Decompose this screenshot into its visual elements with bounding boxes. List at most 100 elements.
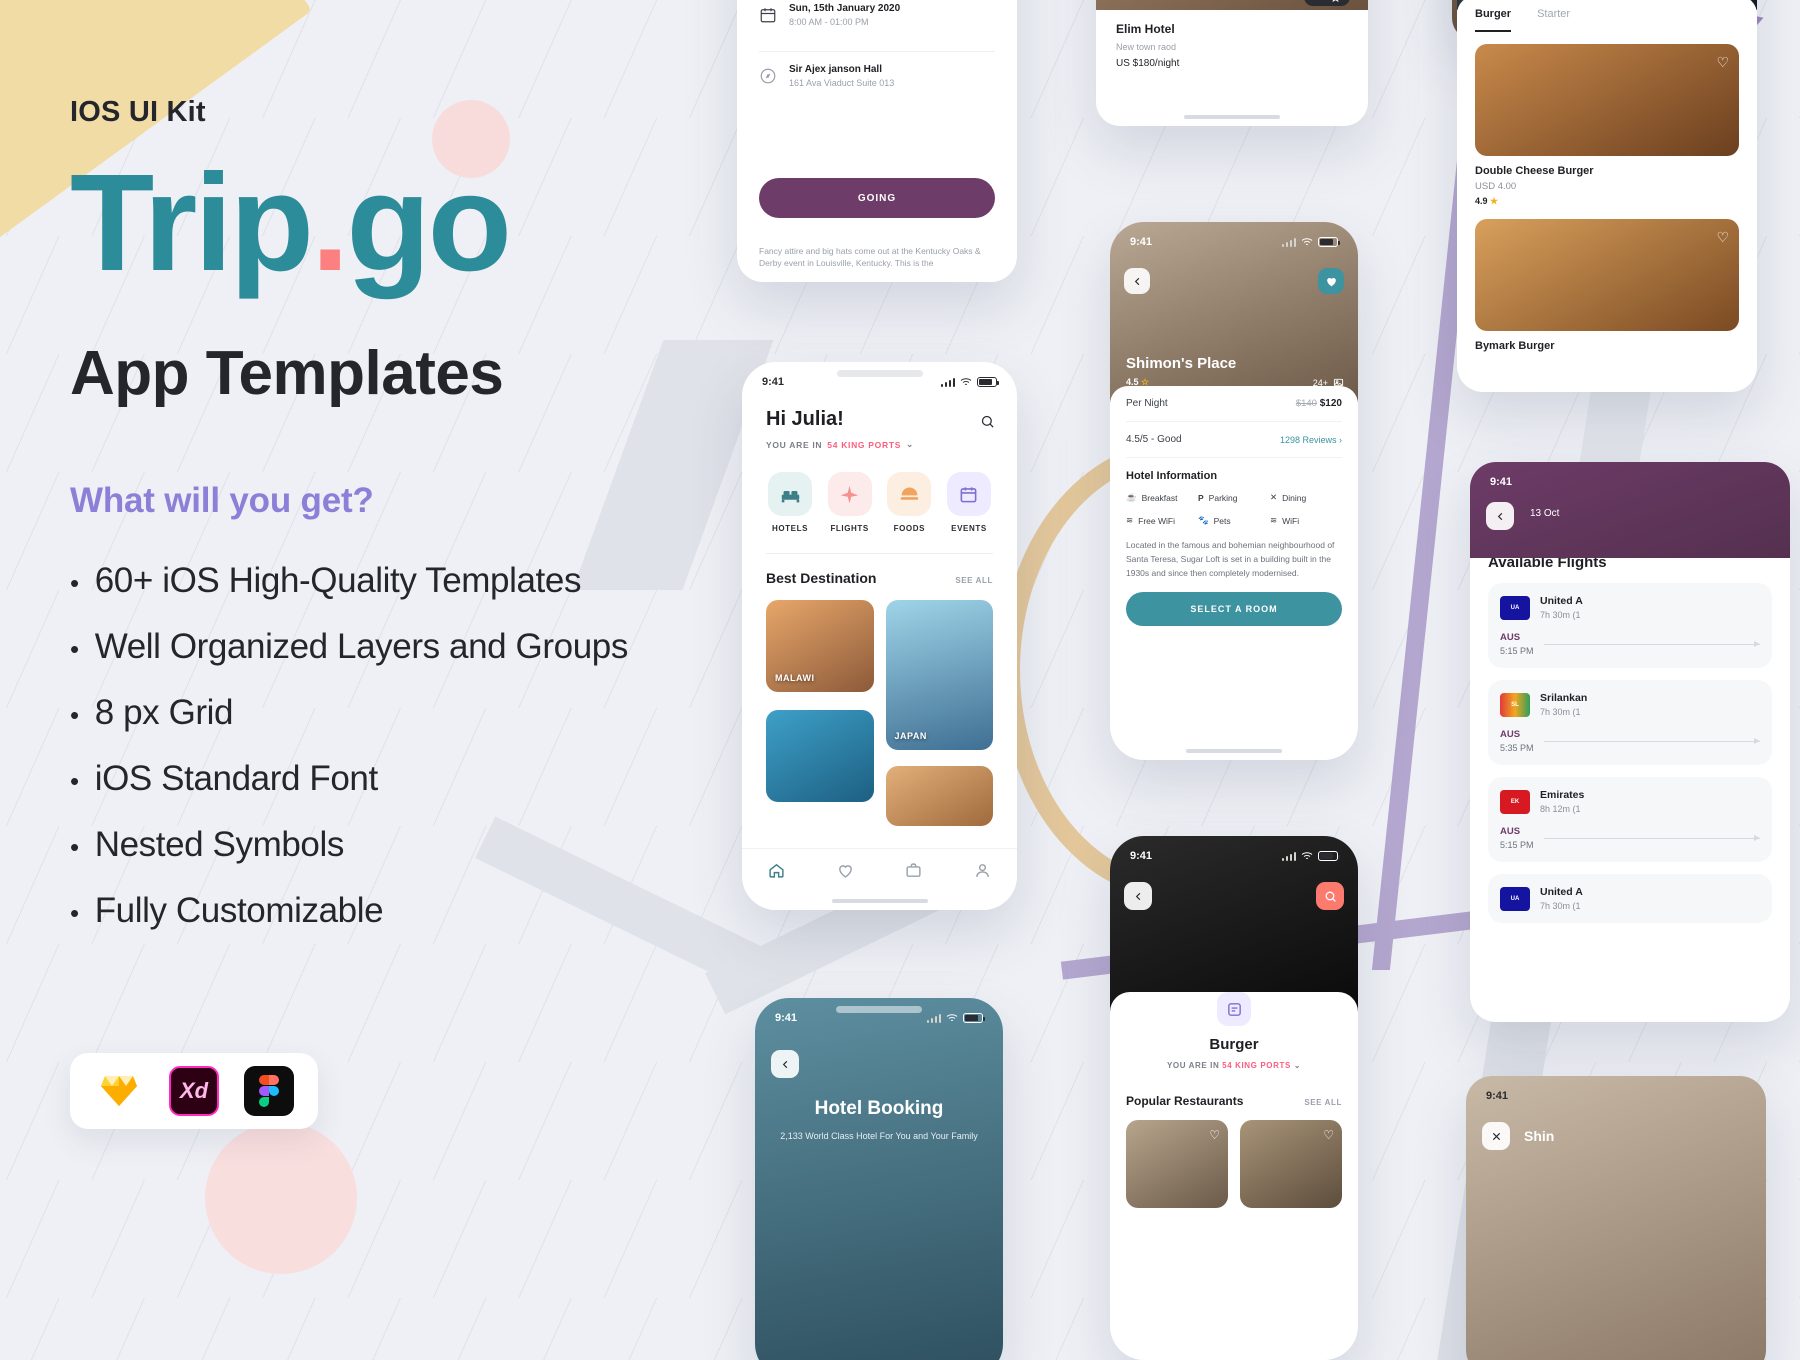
back-button[interactable] [1124, 882, 1152, 910]
event-date-text: Sun, 15th January 2020 8:00 AM - 01:00 P… [789, 3, 900, 27]
amenity-pets: 🐾 Pets [1198, 515, 1270, 526]
reviews-link[interactable]: 1298 Reviews › [1280, 435, 1342, 445]
category-label: HOTELS [771, 524, 809, 533]
status-bar: 9:41 [1466, 1076, 1766, 1104]
route-arrow-icon [1543, 640, 1761, 647]
united-logo-icon: UA [1500, 886, 1530, 911]
heart-icon[interactable]: ♡ [1716, 54, 1729, 71]
event-detail-card[interactable]: By Musician Association Follow 24+ peopl… [737, 0, 1017, 282]
food-item[interactable]: ♡ Double Cheese Burger USD 4.00 4.9 ★ [1475, 44, 1739, 207]
home-indicator [1186, 749, 1282, 753]
category-events[interactable]: EVENTS [945, 472, 993, 533]
tab-trips[interactable] [905, 862, 922, 884]
airline-name: United A [1540, 595, 1583, 607]
destination-card[interactable]: JAPAN [885, 600, 993, 750]
status-bar: 9:41 [1110, 836, 1358, 864]
plane-icon [827, 472, 872, 516]
dining-icon: ✕ [1270, 492, 1278, 502]
route-arrow-icon [1543, 737, 1761, 744]
hotel-booking-card[interactable]: 9:41 Hotel Booking 2,133 World Class Hot… [755, 998, 1003, 1360]
going-button[interactable]: GOING [759, 178, 995, 218]
greeting: Hi Julia! [766, 408, 844, 430]
restaurant-card[interactable]: ♡ [1240, 1120, 1342, 1208]
flight-row[interactable]: UA United A 7h 30m (1 AUS 5:15 PM [1488, 583, 1772, 668]
flight-row[interactable]: EK Emirates 8h 12m (1 AUS 5:15 PM [1488, 777, 1772, 862]
heart-icon[interactable]: ♡ [1716, 229, 1729, 246]
category-row: HOTELS FLIGHTS FOODS EVENTS [766, 472, 993, 533]
home-phone[interactable]: 9:41 Hi Julia! YOU ARE IN 54 KING PORTS … [742, 362, 1017, 910]
tab-profile[interactable] [974, 862, 991, 884]
list-item: • 8 px Grid [70, 693, 770, 733]
location-row[interactable]: YOU ARE IN 54 KING PORTS ⌄ [766, 439, 993, 450]
back-button[interactable] [1486, 502, 1514, 530]
close-button[interactable] [1482, 1122, 1510, 1150]
food-glyph [900, 487, 919, 500]
hotel-detail-phone[interactable]: 9:41 Shimon's Place 4.5 ☆ 24+ Per Night [1110, 222, 1358, 760]
amenity-label: Free WiFi [1138, 515, 1175, 526]
status-icons [940, 377, 999, 387]
divider [766, 553, 993, 554]
heart-icon[interactable]: ♡ [1209, 1128, 1220, 1142]
figma-logo-icon [243, 1066, 294, 1116]
restaurant-icon [1217, 992, 1251, 1026]
category-hotels[interactable]: HOTELS [766, 472, 814, 533]
burger-restaurant-phone[interactable]: 9:41 Burger YOU ARE IN 54 KING PORTS ⌄ P… [1110, 836, 1358, 1360]
restaurant-card[interactable]: ♡ [1126, 1120, 1228, 1208]
srilankan-logo-icon: SL [1500, 692, 1530, 717]
flight-airline-line: UA United A 7h 30m (1 [1500, 886, 1760, 911]
category-foods[interactable]: FOODS [885, 472, 933, 533]
search-button[interactable] [980, 414, 995, 434]
available-flights-panel[interactable]: 9:41 13 Oct Available Flights UA United … [1470, 462, 1790, 1022]
food-item[interactable]: ♡ Bymark Burger [1475, 219, 1739, 352]
wifi-icon [1301, 852, 1313, 859]
kit-label: IOS UI Kit [70, 96, 206, 128]
hotel-price: US $180/night [1116, 58, 1180, 69]
amenity-label: Parking [1208, 492, 1238, 503]
see-all-link[interactable]: SEE ALL [955, 576, 993, 585]
per-night-label: Per Night [1126, 398, 1168, 409]
airline-name: Srilankan [1540, 692, 1588, 704]
brand-first: Trip [70, 146, 314, 300]
bed-glyph [781, 490, 799, 502]
per-night-row: Per Night $140 $120 [1126, 386, 1342, 422]
xd-label: Xd [179, 1078, 209, 1103]
feature-text: 8 px Grid [94, 692, 234, 732]
search-button[interactable] [1316, 882, 1344, 910]
list-item: • Fully Customizable [70, 891, 770, 931]
category-flights[interactable]: FLIGHTS [826, 472, 874, 533]
departure-code: AUS [1500, 826, 1521, 837]
see-all-link[interactable]: SEE ALL [1304, 1098, 1342, 1107]
tab-starter[interactable]: Starter [1537, 8, 1570, 32]
route-arrow-icon [1543, 834, 1761, 841]
tab-burger[interactable]: Burger [1475, 8, 1512, 32]
hotel-info-title: Hotel Information [1126, 470, 1218, 482]
elim-hotel-card[interactable]: 5.0 Elim Hotel New town raod US $180/nig… [1096, 0, 1368, 126]
favorite-button[interactable] [1318, 268, 1344, 294]
destination-card[interactable] [766, 710, 874, 802]
destination-card[interactable] [885, 766, 993, 826]
tab-favorites[interactable] [837, 862, 854, 884]
back-button[interactable] [771, 1050, 799, 1078]
price-new: $120 [1319, 398, 1342, 409]
home-indicator [1184, 115, 1280, 119]
flight-row[interactable]: SL Srilankan 7h 30m (1 AUS 5:35 PM [1488, 680, 1772, 765]
feature-list: • 60+ iOS High-Quality Templates • Well Or… [70, 561, 770, 931]
shimon-hero-image: 9:41 Shin [1466, 1076, 1766, 1360]
subheading: What will you get? [70, 480, 374, 520]
flight-row[interactable]: UA United A 7h 30m (1 [1488, 874, 1772, 923]
flight-text: United A 7h 30m (1 [1540, 886, 1583, 911]
destination-card[interactable]: MALAWI [766, 600, 874, 692]
event-venue-sub: 161 Ava Viaduct Suite 013 [789, 78, 895, 88]
heart-icon [1326, 277, 1336, 286]
select-room-button[interactable]: SELECT A ROOM [1126, 592, 1342, 627]
heart-icon[interactable]: ♡ [1323, 1128, 1334, 1142]
location-place: 54 KING PORTS [827, 439, 902, 450]
food-menu-panel[interactable]: Delivery: 40 min Burger Starter ♡ Double… [1457, 0, 1757, 392]
food-rating: 4.9 ★ [1475, 196, 1739, 207]
score-row[interactable]: 4.5/5 - Good 1298 Reviews › [1126, 422, 1342, 458]
status-icons [1281, 851, 1340, 861]
tab-home[interactable] [768, 862, 785, 884]
shimon-room-card[interactable]: 9:41 Shin [1466, 1076, 1766, 1360]
back-button[interactable] [1124, 268, 1150, 294]
restaurant-location[interactable]: YOU ARE IN 54 KING PORTS ⌄ [1126, 1061, 1342, 1084]
